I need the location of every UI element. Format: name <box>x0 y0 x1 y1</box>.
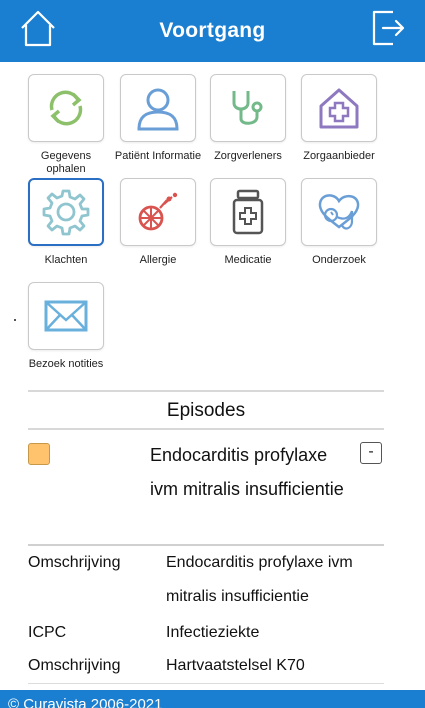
tile-label: Bezoek notities <box>28 358 104 370</box>
tile-label: Onderzoek <box>312 254 366 266</box>
page-title: Voortgang <box>159 19 266 42</box>
detail-key: Omschrijving <box>28 657 121 674</box>
episode-item[interactable]: Endocarditis profylaxe ivm mitralis insu… <box>28 432 384 544</box>
hospital-icon <box>319 88 359 129</box>
person-icon <box>137 88 179 131</box>
tile-zorgverleners[interactable]: Zorgverleners <box>202 74 294 163</box>
tile-allergie[interactable]: Allergie <box>112 178 204 267</box>
tile-patient-informatie[interactable]: Patiënt Informatie <box>112 74 204 163</box>
divider <box>28 683 384 684</box>
detail-value: Infectieziekte <box>166 624 260 641</box>
tile-onderzoek[interactable]: Onderzoek <box>293 178 385 267</box>
tile-gegevens-ophalen[interactable]: Gegevens ophalen <box>20 74 112 176</box>
tile-label: Klachten <box>44 254 88 266</box>
allergy-icon <box>138 192 178 231</box>
detail-key: Omschrijving <box>28 554 121 571</box>
tile-bezoek-notities[interactable]: Bezoek notities <box>20 282 112 371</box>
tile-label: Patiënt Informatie <box>114 150 202 162</box>
heart-stethoscope-icon <box>318 194 360 230</box>
episodes-heading: Episodes <box>28 390 384 430</box>
copyright-text: © Curavista 2006-2021 <box>8 696 163 708</box>
tile-klachten[interactable]: Klachten <box>20 178 112 267</box>
tile-label: Allergie <box>139 254 177 266</box>
tile-medicatie[interactable]: Medicatie <box>202 178 294 267</box>
detail-value: Endocarditis profylaxe ivm mitralis insu… <box>166 554 353 605</box>
detail-key: ICPC <box>28 624 67 641</box>
app-header: Voortgang <box>0 0 425 62</box>
decor-dot <box>14 319 16 321</box>
refresh-icon <box>49 90 83 126</box>
episode-title: Endocarditis profylaxe ivm mitralis insu… <box>150 445 344 499</box>
footer: © Curavista 2006-2021 <box>0 690 425 708</box>
episode-color-swatch <box>28 443 50 465</box>
tile-label: Medicatie <box>224 254 272 266</box>
tile-label: Gegevens ophalen <box>40 150 92 175</box>
gear-icon <box>42 189 90 236</box>
collapse-button[interactable]: - <box>360 442 382 464</box>
detail-value: Hartvaatstelsel K70 <box>166 657 305 674</box>
logout-icon[interactable] <box>369 9 407 47</box>
medication-icon <box>232 189 264 235</box>
stethoscope-icon <box>232 91 263 125</box>
tile-label: Zorgaanbieder <box>303 150 375 162</box>
mail-icon <box>44 300 88 332</box>
tile-label: Zorgverleners <box>214 150 282 162</box>
tile-zorgaanbieder[interactable]: Zorgaanbieder <box>293 74 385 163</box>
